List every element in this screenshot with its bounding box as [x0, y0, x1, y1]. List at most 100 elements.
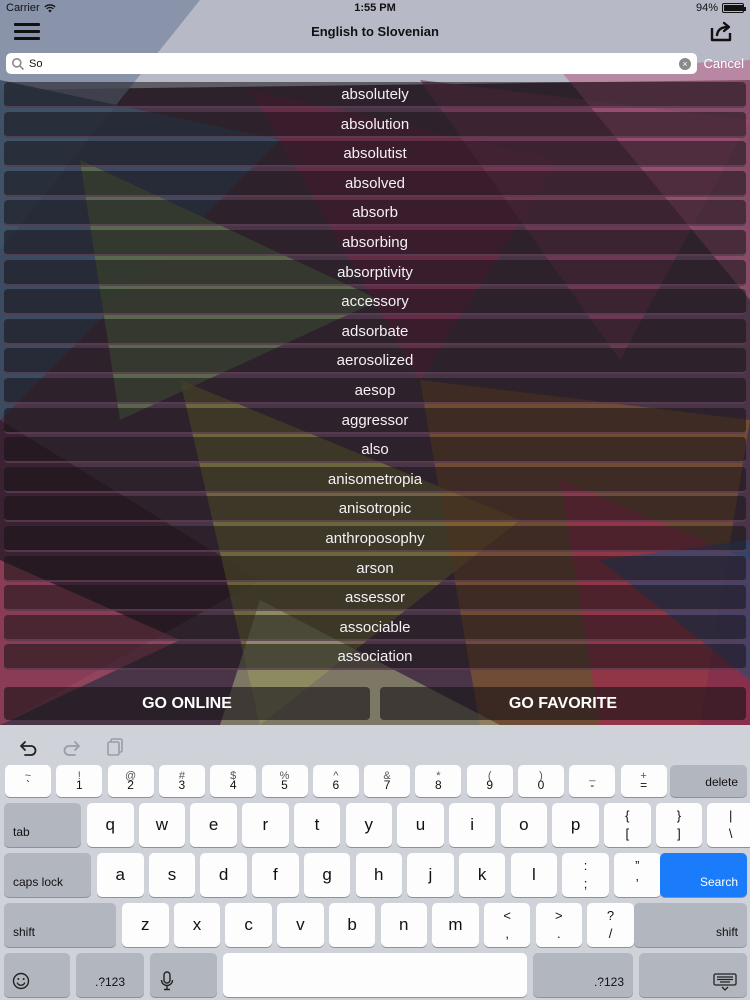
list-item[interactable]: absolutely	[4, 82, 746, 108]
number-key[interactable]: _ -	[569, 765, 616, 797]
hide-keyboard-button[interactable]	[639, 953, 747, 997]
numbers-right-button[interactable]: .?123	[533, 953, 633, 997]
search-input[interactable]	[29, 54, 679, 73]
number-key[interactable]: @2	[107, 765, 154, 797]
microphone-button[interactable]	[150, 953, 217, 997]
letter-key-j[interactable]: j	[407, 853, 454, 897]
letter-key-k[interactable]: k	[458, 853, 506, 897]
number-key[interactable]: $4	[210, 765, 257, 797]
list-item[interactable]: accessory	[4, 289, 746, 316]
number-key[interactable]: % 5	[261, 765, 308, 797]
list-item[interactable]: aerosolized	[4, 348, 746, 375]
number-key[interactable]: #3	[158, 765, 205, 797]
letter-key-f[interactable]: f	[252, 853, 299, 897]
symbol-key[interactable]: ? /	[587, 903, 634, 947]
symbol-key[interactable]: >.	[535, 903, 583, 947]
list-item[interactable]: absorbing	[4, 229, 746, 256]
list-item[interactable]: assessor	[4, 585, 746, 612]
symbol-key[interactable]: ”’	[614, 853, 661, 897]
status-bar: Carrier 1:55 PM 94%	[0, 0, 750, 16]
list-item[interactable]: anisometropia	[4, 466, 746, 493]
search-button[interactable]: Search	[660, 853, 747, 897]
key-label: =	[640, 778, 648, 792]
list-item[interactable]: aesop	[4, 377, 746, 404]
letter-key-e[interactable]: e	[190, 803, 237, 847]
key-label: u	[415, 815, 426, 834]
letter-key-r[interactable]: r	[242, 803, 289, 847]
list-item[interactable]: anisotropic	[4, 496, 746, 523]
numbers-left-button[interactable]: .?123	[76, 953, 144, 997]
list-item[interactable]: association	[4, 644, 746, 671]
list-item[interactable]: absolved	[4, 170, 746, 197]
letter-key-u[interactable]: u	[397, 803, 444, 847]
number-key[interactable]: ^ 6	[312, 765, 359, 797]
list-item[interactable]: absorb	[4, 200, 746, 227]
symbol-key[interactable]: | \	[707, 803, 750, 847]
go-favorite-button[interactable]: GO FAVORITE	[380, 687, 746, 720]
number-key[interactable]: + =	[620, 765, 667, 797]
tab-button[interactable]: tab	[4, 803, 81, 847]
letter-key-s[interactable]: s	[148, 853, 196, 897]
letter-key-p[interactable]: p	[552, 803, 599, 847]
letter-key-x[interactable]: x	[173, 903, 221, 947]
delete-button[interactable]: delete	[670, 765, 747, 797]
symbol-key[interactable]: :;	[562, 853, 609, 897]
symbol-key[interactable]: <,	[483, 903, 531, 947]
key-label: s	[167, 865, 177, 884]
list-item[interactable]: arson	[4, 555, 746, 582]
keyboard-toolbar	[16, 735, 128, 757]
letter-key-v[interactable]: v	[277, 903, 324, 947]
letter-key-d[interactable]: d	[200, 853, 247, 897]
letter-key-m[interactable]: m	[432, 903, 479, 947]
search-box[interactable]: ×	[6, 53, 697, 74]
letter-key-n[interactable]: n	[380, 903, 427, 947]
letter-key-g[interactable]: g	[303, 853, 351, 897]
letter-key-z[interactable]: z	[122, 903, 169, 947]
shift-left-button[interactable]: shift	[4, 903, 116, 947]
list-item[interactable]: absorptivity	[4, 259, 746, 286]
letter-key-h[interactable]: h	[355, 853, 402, 897]
emoji-icon	[12, 972, 30, 990]
symbol-key[interactable]: }]	[655, 803, 703, 847]
key-label: shift	[715, 925, 738, 939]
number-key[interactable]: ! 1	[56, 765, 103, 797]
letter-key-l[interactable]: l	[510, 853, 558, 897]
letter-key-t[interactable]: t	[293, 803, 341, 847]
share-icon[interactable]	[710, 20, 734, 42]
list-item[interactable]: absolutist	[4, 141, 746, 168]
list-item[interactable]: aggressor	[4, 407, 746, 434]
number-key[interactable]: (9	[466, 765, 513, 797]
letter-key-a[interactable]: a	[97, 853, 144, 897]
letter-key-w[interactable]: w	[138, 803, 186, 847]
letter-key-q[interactable]: q	[87, 803, 134, 847]
key-label: k	[477, 865, 487, 884]
list-item[interactable]: absolution	[4, 111, 746, 138]
go-online-button[interactable]: GO ONLINE	[4, 687, 370, 720]
key-label: d	[218, 865, 229, 884]
number-key[interactable]: ~ `	[5, 765, 51, 797]
letter-key-y[interactable]: y	[345, 803, 392, 847]
clear-icon[interactable]: ×	[679, 57, 691, 70]
letter-key-i[interactable]: i	[448, 803, 496, 847]
list-item[interactable]: associable	[4, 614, 746, 641]
list-item[interactable]: anthroposophy	[4, 525, 746, 552]
emoji-button[interactable]	[4, 953, 70, 997]
number-key[interactable]: & 7	[364, 765, 411, 797]
space-bar[interactable]	[223, 953, 527, 997]
list-item[interactable]: adsorbate	[4, 318, 746, 345]
letter-key-c[interactable]: c	[225, 903, 272, 947]
shift-right-button[interactable]: shift	[634, 903, 747, 947]
undo-icon[interactable]	[16, 735, 40, 757]
number-key[interactable]: * 8	[415, 765, 462, 797]
redo-icon[interactable]	[60, 735, 84, 757]
letter-key-o[interactable]: o	[500, 803, 548, 847]
symbol-key[interactable]: {[	[604, 803, 651, 847]
list-item[interactable]: also	[4, 437, 746, 464]
cancel-button[interactable]: Cancel	[704, 56, 744, 71]
word-list: absolutely absolution absolutist absolve…	[4, 82, 746, 674]
letter-key-b[interactable]: b	[328, 903, 376, 947]
caps-lock-button[interactable]: caps lock	[4, 853, 91, 897]
paste-icon[interactable]	[104, 735, 128, 757]
number-key[interactable]: ) 0	[518, 765, 564, 797]
key-label: -	[590, 778, 595, 792]
